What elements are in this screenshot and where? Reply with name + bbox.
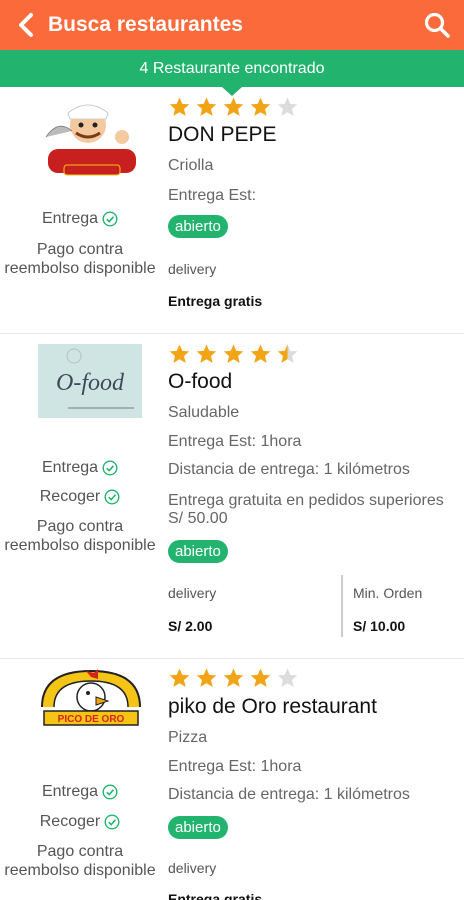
star-filled-icon (196, 344, 217, 363)
pico-de-oro-logo: PICO DE ORO (38, 667, 144, 729)
service-label: Recoger (39, 813, 101, 830)
rating-stars (168, 667, 299, 690)
restaurant-category: Saludable (168, 404, 240, 421)
rating-stars (168, 96, 299, 119)
service-entrega: Entrega (0, 459, 160, 477)
delivery-label: delivery (168, 860, 217, 876)
service-entrega: Entrega (0, 783, 160, 801)
service-label: Recoger (39, 488, 101, 505)
service-label: Entrega (41, 783, 99, 800)
check-icon (102, 460, 118, 476)
star-empty-icon (277, 668, 298, 687)
check-icon (102, 211, 118, 227)
delivery-label: delivery (168, 261, 217, 277)
service-recoger: Recoger (0, 488, 160, 506)
star-filled-icon (169, 97, 190, 116)
search-icon[interactable] (418, 6, 456, 44)
logo-text: O-food (56, 370, 125, 396)
restaurant-name[interactable]: piko de Oro restaurant (168, 695, 377, 719)
star-filled-icon (169, 344, 190, 363)
delivery-label: delivery (168, 585, 217, 601)
rating-stars (168, 343, 299, 366)
status-badge: abierto (168, 540, 228, 563)
check-icon (102, 784, 118, 800)
delivery-time: Entrega Est: 1hora (168, 758, 302, 775)
delivery-time: Entrega Est: 1hora (168, 433, 302, 450)
check-icon (104, 814, 120, 830)
star-empty-icon (277, 97, 298, 116)
delivery-value: Entrega gratis (168, 891, 263, 900)
restaurant-category: Pizza (168, 729, 208, 746)
star-filled-icon (196, 97, 217, 116)
free-delivery-note: Entrega gratuita en pedidos superiores S… (168, 492, 444, 527)
star-filled-icon (169, 668, 190, 687)
service-recoger: Recoger (0, 813, 160, 831)
min-order-value: S/ 10.00 (353, 618, 406, 634)
delivery-distance: Distancia de entrega: 1 kilómetros (168, 461, 410, 478)
restaurant-card[interactable]: Entrega Pago contra reembolso disponible… (0, 87, 464, 334)
service-label: Entrega (41, 210, 99, 227)
star-filled-icon (250, 344, 271, 363)
min-order-label: Min. Orden (353, 585, 423, 601)
o-food-logo: O-food (38, 344, 142, 418)
delivery-time: Entrega Est: (168, 187, 257, 204)
restaurant-name[interactable]: O-food (168, 370, 232, 394)
results-count-banner: 4 Restaurante encontrado (0, 50, 464, 87)
status-badge: abierto (168, 816, 228, 839)
mr-bolat-logo (38, 97, 144, 179)
star-filled-icon (223, 97, 244, 116)
divider (341, 575, 343, 637)
payment-info: Pago contra reembolso disponible (4, 241, 156, 277)
delivery-distance: Distancia de entrega: 1 kilómetros (168, 786, 410, 803)
check-icon (104, 489, 120, 505)
star-filled-icon (223, 344, 244, 363)
star-filled-icon (196, 668, 217, 687)
back-arrow-icon[interactable] (6, 0, 46, 50)
delivery-value: Entrega gratis (168, 293, 263, 309)
status-badge: abierto (168, 215, 228, 238)
logo-text: PICO DE ORO (58, 714, 125, 725)
payment-info: Pago contra reembolso disponible (4, 843, 156, 879)
service-label: Entrega (41, 459, 99, 476)
star-half-icon (277, 344, 298, 363)
restaurant-name[interactable]: DON PEPE (168, 123, 277, 147)
service-entrega: Entrega (0, 210, 160, 228)
restaurant-card[interactable]: O-food Entrega Recoger Pago contra reemb… (0, 334, 464, 659)
delivery-value: S/ 2.00 (168, 618, 213, 634)
star-filled-icon (250, 97, 271, 116)
restaurant-category: Criolla (168, 157, 214, 174)
restaurant-card[interactable]: PICO DE ORO Entrega Recoger Pago contra … (0, 659, 464, 900)
star-filled-icon (250, 668, 271, 687)
app-bar: Busca restaurantes (0, 0, 464, 50)
payment-info: Pago contra reembolso disponible (4, 518, 156, 554)
star-filled-icon (223, 668, 244, 687)
page-title: Busca restaurantes (48, 13, 243, 36)
